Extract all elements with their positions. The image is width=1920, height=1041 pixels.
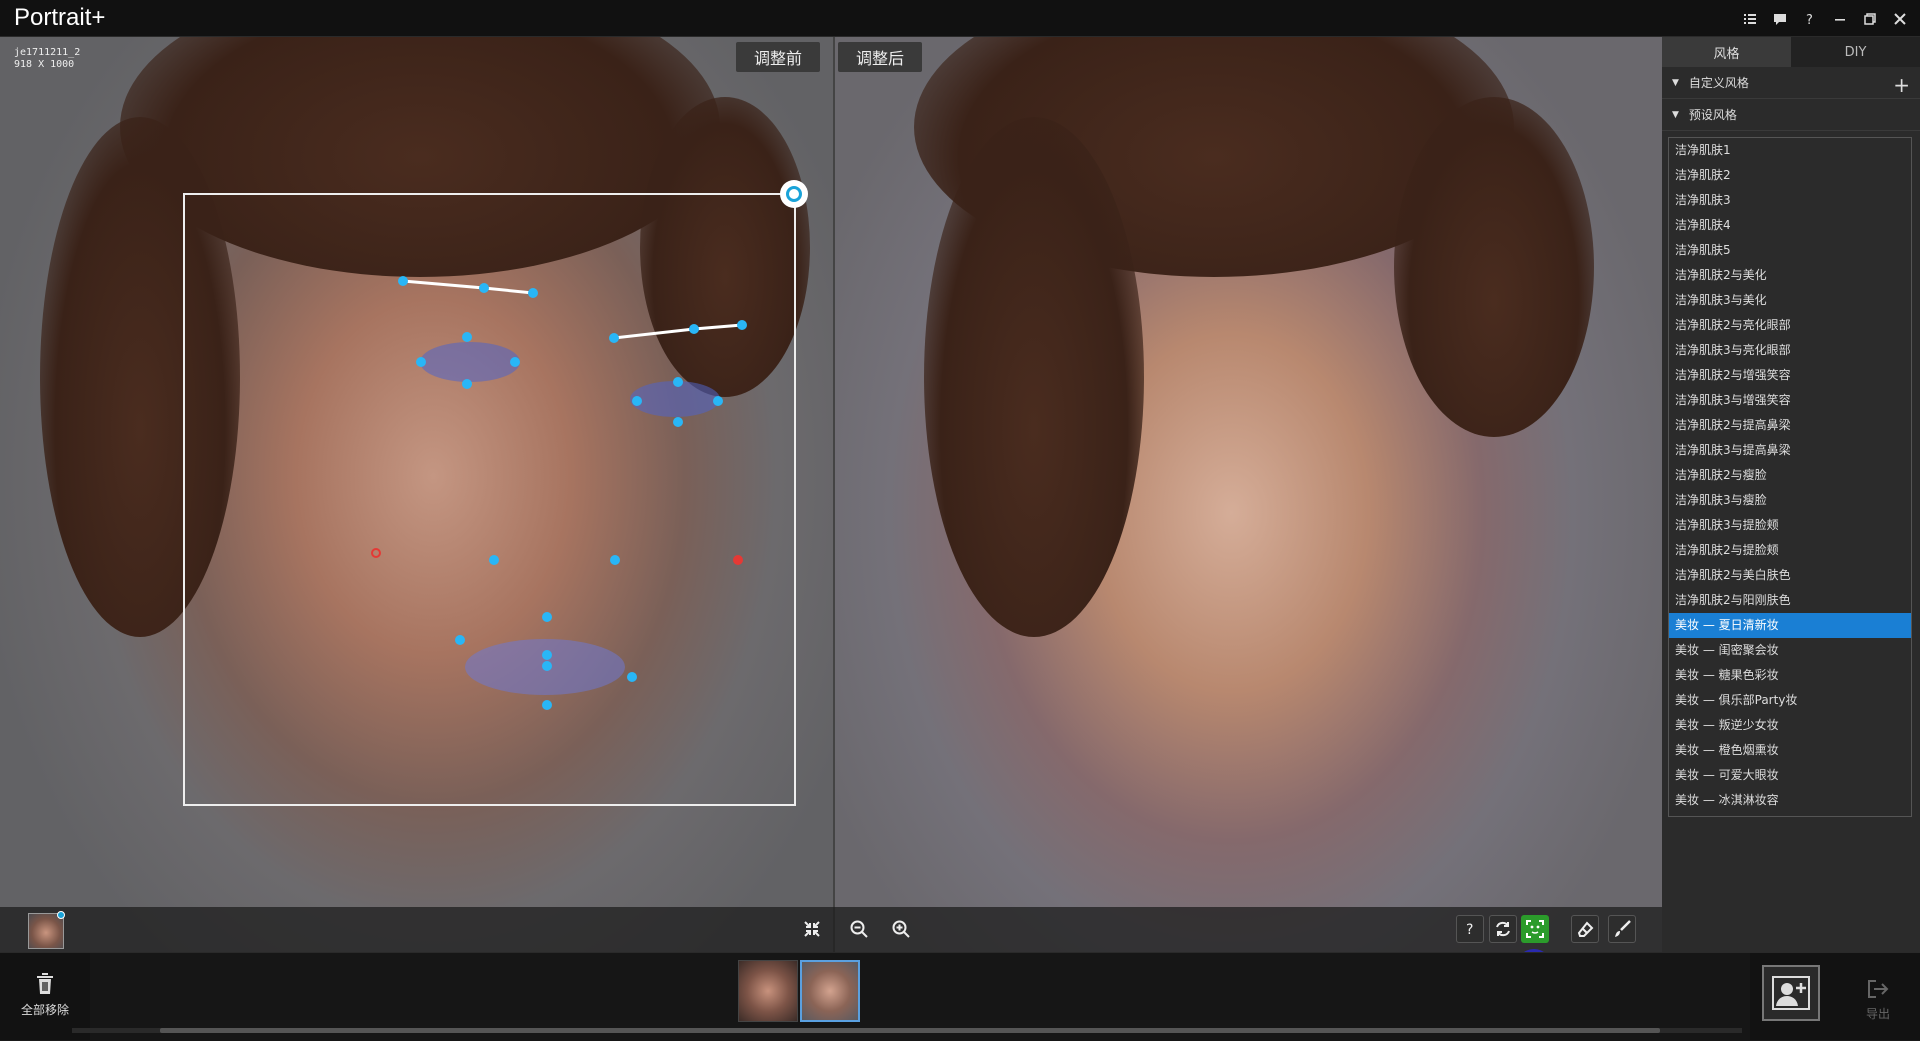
style-item[interactable]: 洁净肌肤2与美白肤色 (1669, 563, 1911, 588)
help-button-icon[interactable]: ? (1456, 915, 1484, 943)
after-button[interactable]: 调整后 (838, 42, 923, 72)
custom-style-label: 自定义风格 (1688, 76, 1749, 90)
tab-diy[interactable]: DIY (1791, 37, 1920, 67)
style-item[interactable]: 洁净肌肤2与提脸颊 (1669, 538, 1911, 563)
filmstrip-thumb-selected[interactable] (800, 960, 860, 1022)
help-icon[interactable]: ? (1798, 7, 1822, 31)
style-item[interactable]: 洁净肌肤2与美化 (1669, 263, 1911, 288)
style-item[interactable]: 洁净肌肤4 (1669, 213, 1911, 238)
zoom-out-icon[interactable] (845, 915, 873, 943)
style-item[interactable]: 洁净肌肤5 (1669, 238, 1911, 263)
style-item[interactable]: 洁净肌肤3 (1669, 188, 1911, 213)
close-icon[interactable] (1888, 7, 1912, 31)
style-item[interactable]: 洁净肌肤2与阳刚肤色 (1669, 588, 1911, 613)
add-person-icon (1772, 976, 1810, 1010)
collapse-triangle-icon: ▼ (1672, 77, 1679, 88)
style-item[interactable]: 洁净肌肤2与亮化眼部 (1669, 313, 1911, 338)
title-bar: Portrait+ ? (0, 0, 1920, 37)
style-item[interactable]: 洁净肌肤1 (1669, 138, 1911, 163)
style-item[interactable]: 美妆 — 可爱大眼妆 (1669, 763, 1911, 788)
style-item[interactable]: 美妆 — 冰淇淋妆容 (1669, 788, 1911, 813)
style-item[interactable]: 洁净肌肤3与美化 (1669, 288, 1911, 313)
style-item[interactable]: 美妆 — 闺密聚会妆 (1669, 638, 1911, 663)
zoom-in-icon[interactable] (887, 915, 915, 943)
scrollbar-thumb[interactable] (160, 1028, 1660, 1033)
hair-shape (1394, 97, 1594, 437)
style-panel: 风格 DIY ▼ 自定义风格 + ▼ 预设风格 洁净肌肤1 洁净肌肤2 洁净肌肤3 洁… (1662, 37, 1920, 952)
eraser-icon[interactable] (1571, 915, 1599, 943)
style-item[interactable]: 洁净肌肤2与增强笑容 (1669, 363, 1911, 388)
minimize-icon[interactable] (1828, 7, 1852, 31)
remove-all-label: 全部移除 (20, 1003, 69, 1017)
preset-style-list[interactable]: 洁净肌肤1 洁净肌肤2 洁净肌肤3 洁净肌肤4 洁净肌肤5 洁净肌肤2与美化 洁净肌肤3与美… (1668, 137, 1912, 817)
menu-icon[interactable] (1738, 7, 1762, 31)
custom-style-section[interactable]: ▼ 自定义风格 + (1662, 67, 1920, 99)
style-item[interactable]: 洁净肌肤2与瘦脸 (1669, 463, 1911, 488)
export-label: 导出 (1865, 1007, 1890, 1021)
style-item[interactable]: 美妆 — 叛逆少女妆 (1669, 713, 1911, 738)
export-icon (1868, 980, 1889, 998)
style-item[interactable]: 洁净肌肤3与瘦脸 (1669, 488, 1911, 513)
face-selection-box[interactable] (183, 193, 796, 806)
style-item[interactable]: 洁净肌肤2与提高鼻梁 (1669, 413, 1911, 438)
tab-style[interactable]: 风格 (1662, 37, 1791, 67)
canvas-toolbar (0, 907, 1662, 952)
style-item[interactable]: 洁净肌肤3与提脸颊 (1669, 513, 1911, 538)
svg-text:?: ? (1806, 13, 1813, 26)
fit-screen-icon[interactable] (798, 915, 826, 943)
style-item[interactable]: 洁净肌肤3与提高鼻梁 (1669, 438, 1911, 463)
style-item[interactable]: 美妆 — 俱乐部Party妆 (1669, 688, 1911, 713)
svg-text:?: ? (1466, 922, 1473, 938)
brush-icon[interactable] (1608, 915, 1636, 943)
style-item-selected[interactable]: 美妆 — 夏日清新妆 (1669, 613, 1911, 638)
trash-icon (37, 973, 53, 994)
add-style-icon[interactable]: + (1893, 73, 1910, 97)
hair-shape (924, 117, 1144, 637)
face-thumbnail-badge (57, 911, 65, 919)
feedback-icon[interactable] (1768, 7, 1792, 31)
restore-icon[interactable] (1858, 7, 1882, 31)
preset-style-label: 预设风格 (1688, 108, 1737, 122)
style-item[interactable]: 洁净肌肤3与增强笑容 (1669, 388, 1911, 413)
add-photo-button[interactable] (1762, 965, 1820, 1021)
refresh-icon[interactable] (1489, 915, 1517, 943)
filmstrip-scrollbar[interactable] (72, 1028, 1742, 1033)
workspace: je1711211_2 918 X 1000 调整前 调整后 ? (0, 37, 1662, 985)
split-divider[interactable] (833, 37, 835, 952)
preset-style-section[interactable]: ▼ 预设风格 (1662, 99, 1920, 131)
filmstrip-thumb[interactable] (738, 960, 798, 1022)
style-item[interactable]: 美妆 — 糖果色彩妆 (1669, 663, 1911, 688)
app-title: Portrait+ (14, 4, 106, 31)
style-item[interactable]: 洁净肌肤3与亮化眼部 (1669, 338, 1911, 363)
window-controls: ? (1738, 0, 1912, 37)
style-item[interactable]: 洁净肌肤2 (1669, 163, 1911, 188)
panel-tabs: 风格 DIY (1662, 37, 1920, 67)
export-button[interactable]: 导出 (1858, 979, 1898, 1022)
remove-all-button[interactable]: 全部移除 (10, 973, 80, 1018)
bottom-bar: 全部移除 导出 (0, 952, 1920, 1041)
style-item[interactable]: 美妆 — 橙色烟熏妆 (1669, 738, 1911, 763)
face-detect-icon[interactable] (1521, 915, 1549, 943)
face-box-handle[interactable] (780, 180, 808, 208)
after-image[interactable] (834, 37, 1662, 952)
collapse-triangle-icon: ▼ (1672, 109, 1679, 120)
